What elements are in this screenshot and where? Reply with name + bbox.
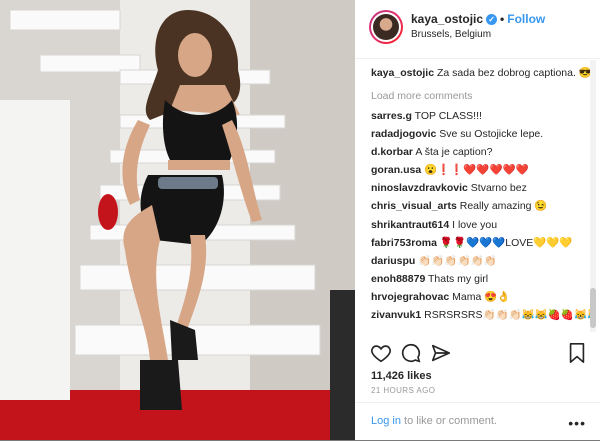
comment-text: Really amazing 😉 bbox=[456, 200, 548, 213]
verified-badge-icon: ✓ bbox=[486, 14, 498, 25]
comment-text: Mama 😍👌 bbox=[449, 290, 511, 303]
comment-item: radadjogovic Sve su Ostojicke lepe. bbox=[371, 127, 593, 145]
comment-author[interactable]: fabri753roma bbox=[371, 237, 437, 249]
comment-text: Thats my girl bbox=[425, 272, 489, 285]
post-header: kaya_ostojic ✓ • Follow Brussels, Belgium bbox=[355, 0, 600, 59]
login-text: Log in to like or comment. bbox=[371, 415, 497, 427]
comment-author[interactable]: hrvojegrahovac bbox=[371, 291, 449, 303]
comment-author[interactable]: dariuspu bbox=[371, 255, 415, 267]
caption: kaya_ostojic Za sada bez dobrog captiona… bbox=[371, 66, 593, 80]
comment-text: Stvarno bez bbox=[467, 182, 527, 195]
comment-item: enoh88879 Thats my girl bbox=[371, 272, 593, 290]
post-photo[interactable] bbox=[0, 0, 355, 440]
action-bar bbox=[370, 342, 590, 366]
comment-item: d.korbar A šta je caption? bbox=[371, 145, 593, 163]
comment-text: A šta je caption? bbox=[413, 146, 493, 159]
comment-author[interactable]: ninoslavzdravkovic bbox=[371, 182, 468, 194]
comment-item: sarres.g TOP CLASS!!! bbox=[371, 109, 593, 127]
caption-text: Za sada bez dobrog captiona. 😎 bbox=[434, 67, 592, 79]
comment-author[interactable]: zivanvuk1 bbox=[371, 309, 421, 321]
bookmark-icon[interactable] bbox=[567, 342, 587, 364]
login-rest: to like or comment. bbox=[400, 415, 497, 427]
comment-author[interactable]: radadjogovic bbox=[371, 128, 436, 140]
comment-text: 👏🏻👏🏻👏🏻👏🏻👏🏻👏🏻 bbox=[415, 254, 497, 267]
comment-item: shrikantraut614 I love you bbox=[371, 218, 593, 236]
comment-author[interactable]: sarres.g bbox=[371, 110, 412, 122]
comment-item: fabri753roma 🌹🌹💙💙💙LOVE💛💛💛 bbox=[371, 236, 593, 254]
separator-dot: • bbox=[500, 12, 505, 26]
location-link[interactable]: Brussels, Belgium bbox=[411, 29, 491, 40]
caption-author[interactable]: kaya_ostojic bbox=[371, 67, 434, 79]
scrollbar-thumb[interactable] bbox=[590, 288, 596, 328]
share-icon[interactable] bbox=[430, 342, 452, 364]
comment-text: Sve su Ostojicke lepe. bbox=[436, 128, 544, 141]
username-link[interactable]: kaya_ostojic bbox=[411, 12, 483, 26]
comment-item: dariuspu 👏🏻👏🏻👏🏻👏🏻👏🏻👏🏻 bbox=[371, 254, 593, 272]
comment-author[interactable]: goran.usa bbox=[371, 164, 421, 176]
comment-item: chris_visual_arts Really amazing 😉 bbox=[371, 199, 593, 217]
comment-author[interactable]: chris_visual_arts bbox=[371, 200, 457, 212]
comment-author[interactable]: shrikantraut614 bbox=[371, 219, 449, 231]
comment-item: hrvojegrahovac Mama 😍👌 bbox=[371, 290, 593, 308]
more-options-icon[interactable]: ••• bbox=[568, 415, 586, 431]
follow-button[interactable]: Follow bbox=[507, 12, 545, 26]
comment-item: zivanvuk1 RSRSRSRS👏🏻👏🏻👏🏻😹😹🍓🍓😹😹😹🍒🍒👏🏻👏🏻😎😎😹… bbox=[371, 308, 593, 326]
comment-icon[interactable] bbox=[400, 342, 422, 364]
login-prompt: Log in to like or comment. ••• bbox=[355, 402, 600, 441]
comment-author[interactable]: enoh88879 bbox=[371, 273, 425, 285]
post-author: kaya_ostojic ✓ • Follow bbox=[411, 12, 545, 26]
comment-author[interactable]: d.korbar bbox=[371, 146, 413, 158]
likes-count[interactable]: 11,426 likes bbox=[371, 370, 432, 382]
comment-text: TOP CLASS!!! bbox=[411, 110, 482, 122]
comments-scrollbar[interactable] bbox=[590, 60, 596, 332]
photo-illustration bbox=[0, 0, 355, 440]
comment-item: ninoslavzdravkovic Stvarno bez bbox=[371, 181, 593, 199]
comment-text: 😮❗❗❤️❤️❤️❤️❤️ bbox=[421, 164, 529, 177]
avatar[interactable] bbox=[369, 10, 403, 44]
comments-list: kaya_ostojic Za sada bez dobrog captiona… bbox=[371, 62, 593, 332]
post-timestamp[interactable]: 21 HOURS AGO bbox=[371, 386, 435, 395]
comment-text: 🌹🌹💙💙💙LOVE💛💛💛 bbox=[436, 236, 573, 249]
comment-text: I love you bbox=[449, 218, 498, 231]
comment-rows: sarres.g TOP CLASS!!! radadjogovic Sve su… bbox=[371, 109, 593, 326]
load-more-comments[interactable]: Load more comments bbox=[371, 89, 593, 103]
comment-item: goran.usa 😮❗❗❤️❤️❤️❤️❤️ bbox=[371, 163, 593, 181]
login-link[interactable]: Log in bbox=[371, 415, 401, 427]
heart-icon[interactable] bbox=[370, 342, 392, 364]
comment-text: RSRSRSRS👏🏻👏🏻👏🏻😹😹🍓🍓😹😹😹🍒🍒👏🏻👏🏻😎😎😹🍓 bbox=[424, 309, 593, 322]
